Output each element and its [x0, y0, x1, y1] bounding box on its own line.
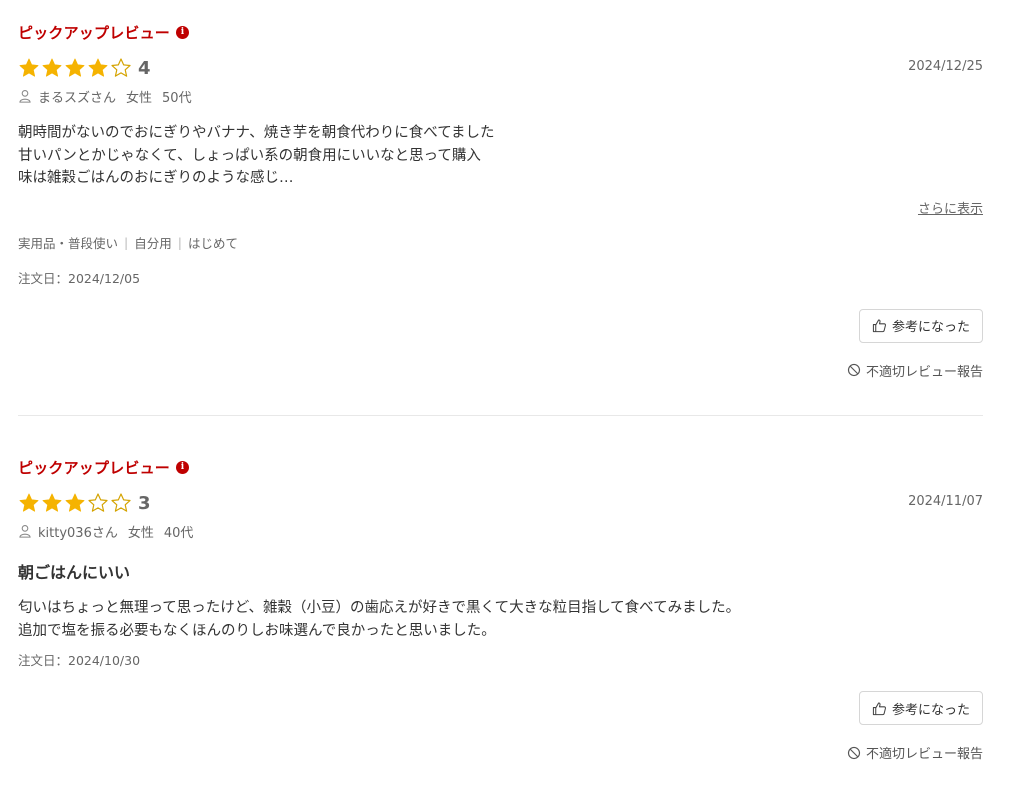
- user-icon: [19, 525, 31, 538]
- helpful-label: 参考になった: [891, 702, 970, 718]
- info-icon[interactable]: i: [176, 460, 190, 474]
- helpful-button[interactable]: 参考になった: [858, 691, 983, 725]
- star-filled-icon: [65, 493, 85, 512]
- reviewer-age: 40代: [163, 525, 194, 541]
- star-filled-icon: [42, 493, 62, 512]
- report-label: 不適切レビュー報告: [865, 747, 983, 762]
- thumbs-up-icon: [872, 702, 886, 715]
- review-date: 2024/11/07: [908, 494, 983, 509]
- star-empty-icon: [111, 493, 131, 512]
- pickup-label: ピックアップレビュー i: [18, 457, 983, 477]
- review-card: ピックアップレビュー i 3 2024/11/07 kitty036さん 女性 …: [18, 0, 983, 762]
- reviewer-info: kitty036さん 女性 40代: [18, 521, 983, 541]
- star-rating: [18, 492, 132, 514]
- helpful-container: 参考になった: [18, 691, 983, 725]
- rating-score: 3: [138, 492, 151, 514]
- reviewer-gender: 女性: [127, 525, 154, 541]
- star-empty-icon: [88, 493, 108, 512]
- report-link[interactable]: 不適切レビュー報告: [18, 743, 983, 762]
- review-body: 匂いはちょっと無理って思ったけど、雑穀（小豆）の歯応えが好きで黒くて大きな粒目指…: [18, 600, 741, 639]
- order-date: 注文日：2024/10/30: [18, 653, 141, 668]
- prohibited-icon: [847, 746, 861, 759]
- reviewer-name[interactable]: kitty036さん: [38, 522, 118, 541]
- pickup-label-text: ピックアップレビュー: [18, 458, 171, 477]
- review-title: 朝ごはんにいい: [18, 563, 131, 582]
- star-filled-icon: [19, 493, 39, 512]
- rating-row: 3 2024/11/07: [18, 490, 983, 516]
